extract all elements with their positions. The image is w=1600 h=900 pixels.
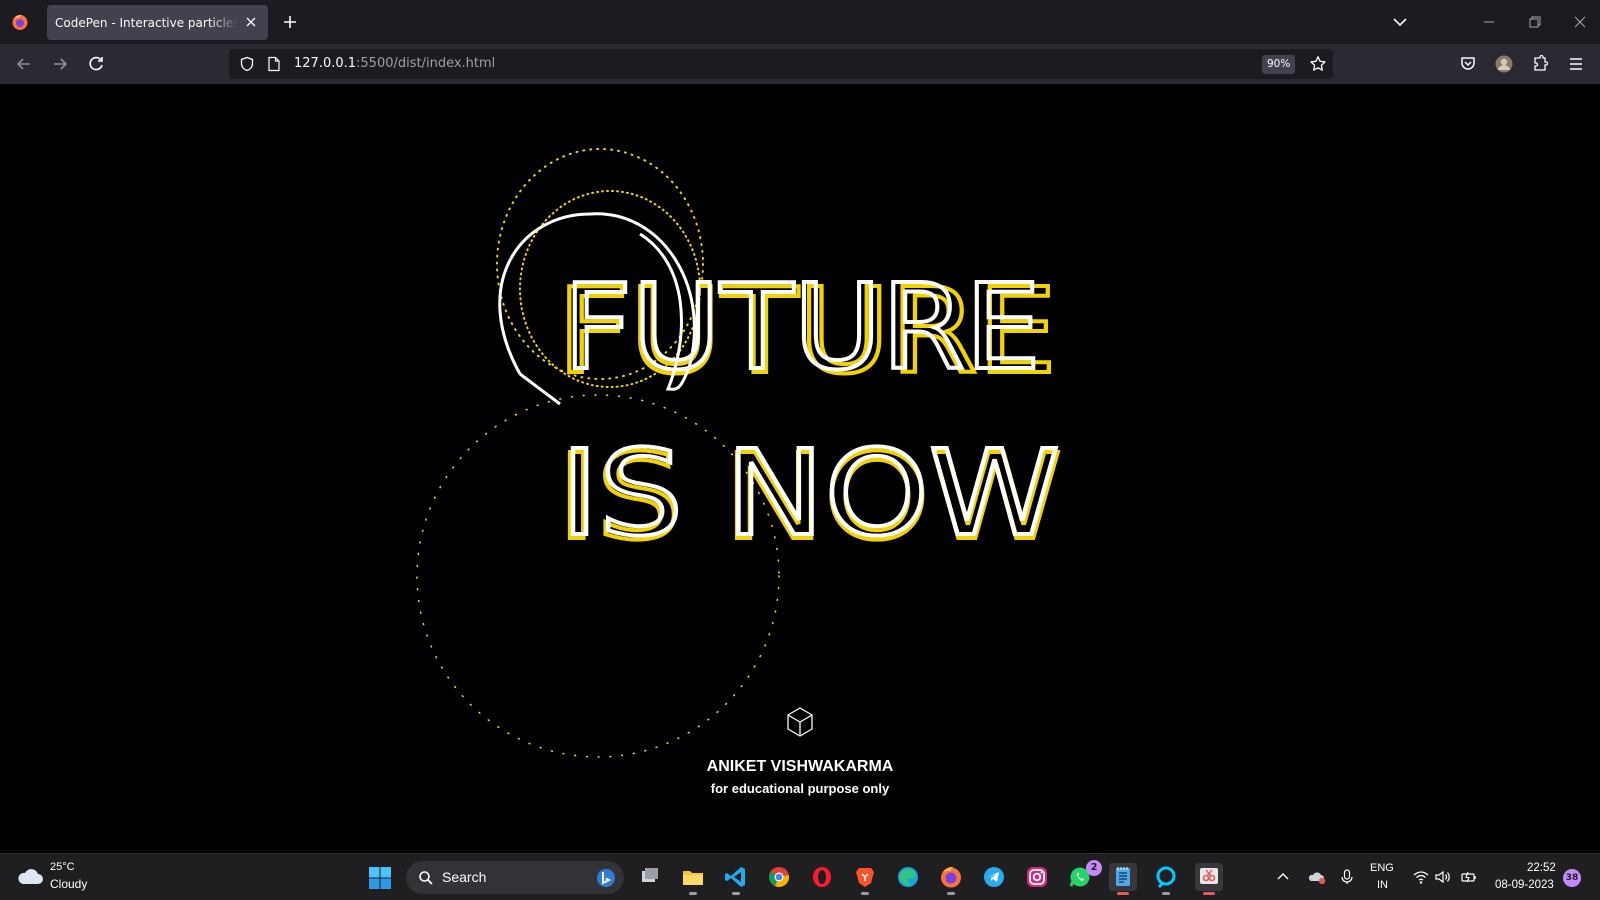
weather-condition[interactable]: Cloudy: [50, 877, 87, 891]
language-indicator[interactable]: ENG: [1370, 862, 1394, 874]
alexa-app[interactable]: [1152, 863, 1180, 895]
firefox-app[interactable]: [937, 863, 965, 895]
microphone-icon[interactable]: [1338, 868, 1356, 886]
extensions-icon[interactable]: [1530, 54, 1550, 74]
headline-main: FUTURE IS NOW: [558, 256, 1062, 564]
back-arrow-icon[interactable]: [14, 54, 34, 74]
notification-count-badge[interactable]: 38: [1563, 869, 1581, 887]
task-view-icon: [642, 868, 658, 882]
codepen-cube-icon[interactable]: [786, 706, 814, 738]
zoom-level-badge[interactable]: 90%: [1262, 55, 1296, 74]
page-info-icon[interactable]: [267, 56, 281, 72]
running-indicator: [947, 892, 955, 895]
instagram-app[interactable]: [1023, 863, 1051, 891]
navigation-toolbar: 127.0.0.1:5500/dist/index.html 90%: [0, 44, 1600, 84]
snipping-tool-app[interactable]: [1195, 863, 1223, 895]
minimize-icon[interactable]: [1479, 12, 1499, 32]
page-viewport[interactable]: FUTURE IS NOW FUTURE IS NOW ANIKET VISHW…: [0, 84, 1600, 853]
chevron-up-icon[interactable]: [1274, 868, 1292, 886]
address-bar[interactable]: 127.0.0.1:5500/dist/index.html 90%: [229, 49, 1333, 79]
close-tab-icon[interactable]: [243, 14, 259, 30]
forward-arrow-icon[interactable]: [50, 54, 70, 74]
weather-temperature[interactable]: 25°C: [50, 861, 75, 873]
clock-time[interactable]: 22:52: [1527, 862, 1556, 874]
chrome-app[interactable]: [765, 863, 793, 891]
firefox-icon: [941, 866, 961, 888]
close-window-icon[interactable]: [1570, 12, 1590, 32]
chevron-down-icon[interactable]: [1392, 14, 1408, 30]
file-explorer-app[interactable]: [679, 863, 707, 895]
bing-chat-icon[interactable]: [596, 868, 616, 888]
browser-tab-strip: CodePen - Interactive particles text: [0, 0, 1600, 44]
running-indicator: [861, 892, 869, 895]
running-indicator: [1162, 892, 1170, 895]
chrome-icon: [769, 867, 790, 887]
author-name: ANIKET VISHWAKARMA: [706, 758, 894, 775]
folder-icon: [683, 871, 703, 885]
url-path: :5500/dist/index.html: [356, 56, 496, 71]
reload-icon[interactable]: [86, 54, 106, 74]
vs-code-app[interactable]: [722, 863, 750, 895]
account-avatar-icon[interactable]: [1494, 54, 1514, 74]
region-indicator[interactable]: IN: [1377, 879, 1388, 891]
tracking-protection-shield-icon[interactable]: [239, 56, 255, 72]
firefox-view-icon[interactable]: [11, 13, 29, 31]
disclaimer-text: for educational purpose only: [710, 781, 890, 796]
search-icon: [419, 871, 433, 885]
instagram-icon: [1027, 867, 1047, 887]
url-text[interactable]: 127.0.0.1:5500/dist/index.html: [294, 56, 495, 71]
telegram-app[interactable]: [980, 863, 1008, 891]
taskbar-search-box[interactable]: Search: [406, 861, 624, 894]
telegram-icon: [984, 867, 1004, 887]
url-host: 127.0.0.1: [294, 56, 357, 71]
search-label: Search: [442, 869, 487, 885]
pocket-icon[interactable]: [1458, 54, 1478, 74]
notepad-icon: [1116, 867, 1130, 886]
edge-icon: [898, 867, 918, 887]
clock-date[interactable]: 08-09-2023: [1495, 879, 1554, 891]
tab-title: CodePen - Interactive particles text: [55, 15, 238, 30]
windows-taskbar: 25°C Cloudy Search 2 ENG IN 22:52 08-09-…: [0, 853, 1600, 900]
headline-line1: FUTURE: [563, 258, 1041, 396]
task-view-app[interactable]: [636, 863, 664, 891]
brave-lion-icon: [856, 868, 874, 887]
wifi-icon[interactable]: [1412, 868, 1430, 886]
menu-hamburger-icon[interactable]: [1566, 54, 1586, 74]
whatsapp-unread-badge: 2: [1086, 860, 1102, 876]
notepad-app[interactable]: [1109, 863, 1137, 895]
running-indicator: [689, 892, 697, 895]
active-tab[interactable]: CodePen - Interactive particles text: [47, 5, 268, 40]
new-tab-plus-icon[interactable]: [281, 13, 299, 31]
headline-line2: IS NOW: [560, 424, 1060, 562]
brave-app[interactable]: [851, 863, 879, 895]
battery-charging-icon[interactable]: [1460, 868, 1478, 886]
snipping-tool-icon: [1200, 868, 1218, 884]
alexa-ring-icon: [1156, 866, 1176, 889]
vs-code-icon: [725, 867, 745, 887]
opera-app[interactable]: [808, 863, 836, 891]
running-indicator: [732, 892, 740, 895]
opera-icon: [813, 867, 831, 887]
volume-icon[interactable]: [1434, 868, 1452, 886]
cloud-weather-icon[interactable]: [16, 865, 44, 887]
edge-app[interactable]: [894, 863, 922, 891]
running-indicator: [1203, 892, 1215, 895]
running-indicator: [1117, 892, 1129, 895]
onedrive-paused-icon[interactable]: [1308, 868, 1326, 886]
restore-icon[interactable]: [1525, 12, 1545, 32]
bookmark-star-icon[interactable]: [1309, 55, 1327, 73]
windows-start-icon[interactable]: [368, 866, 392, 890]
